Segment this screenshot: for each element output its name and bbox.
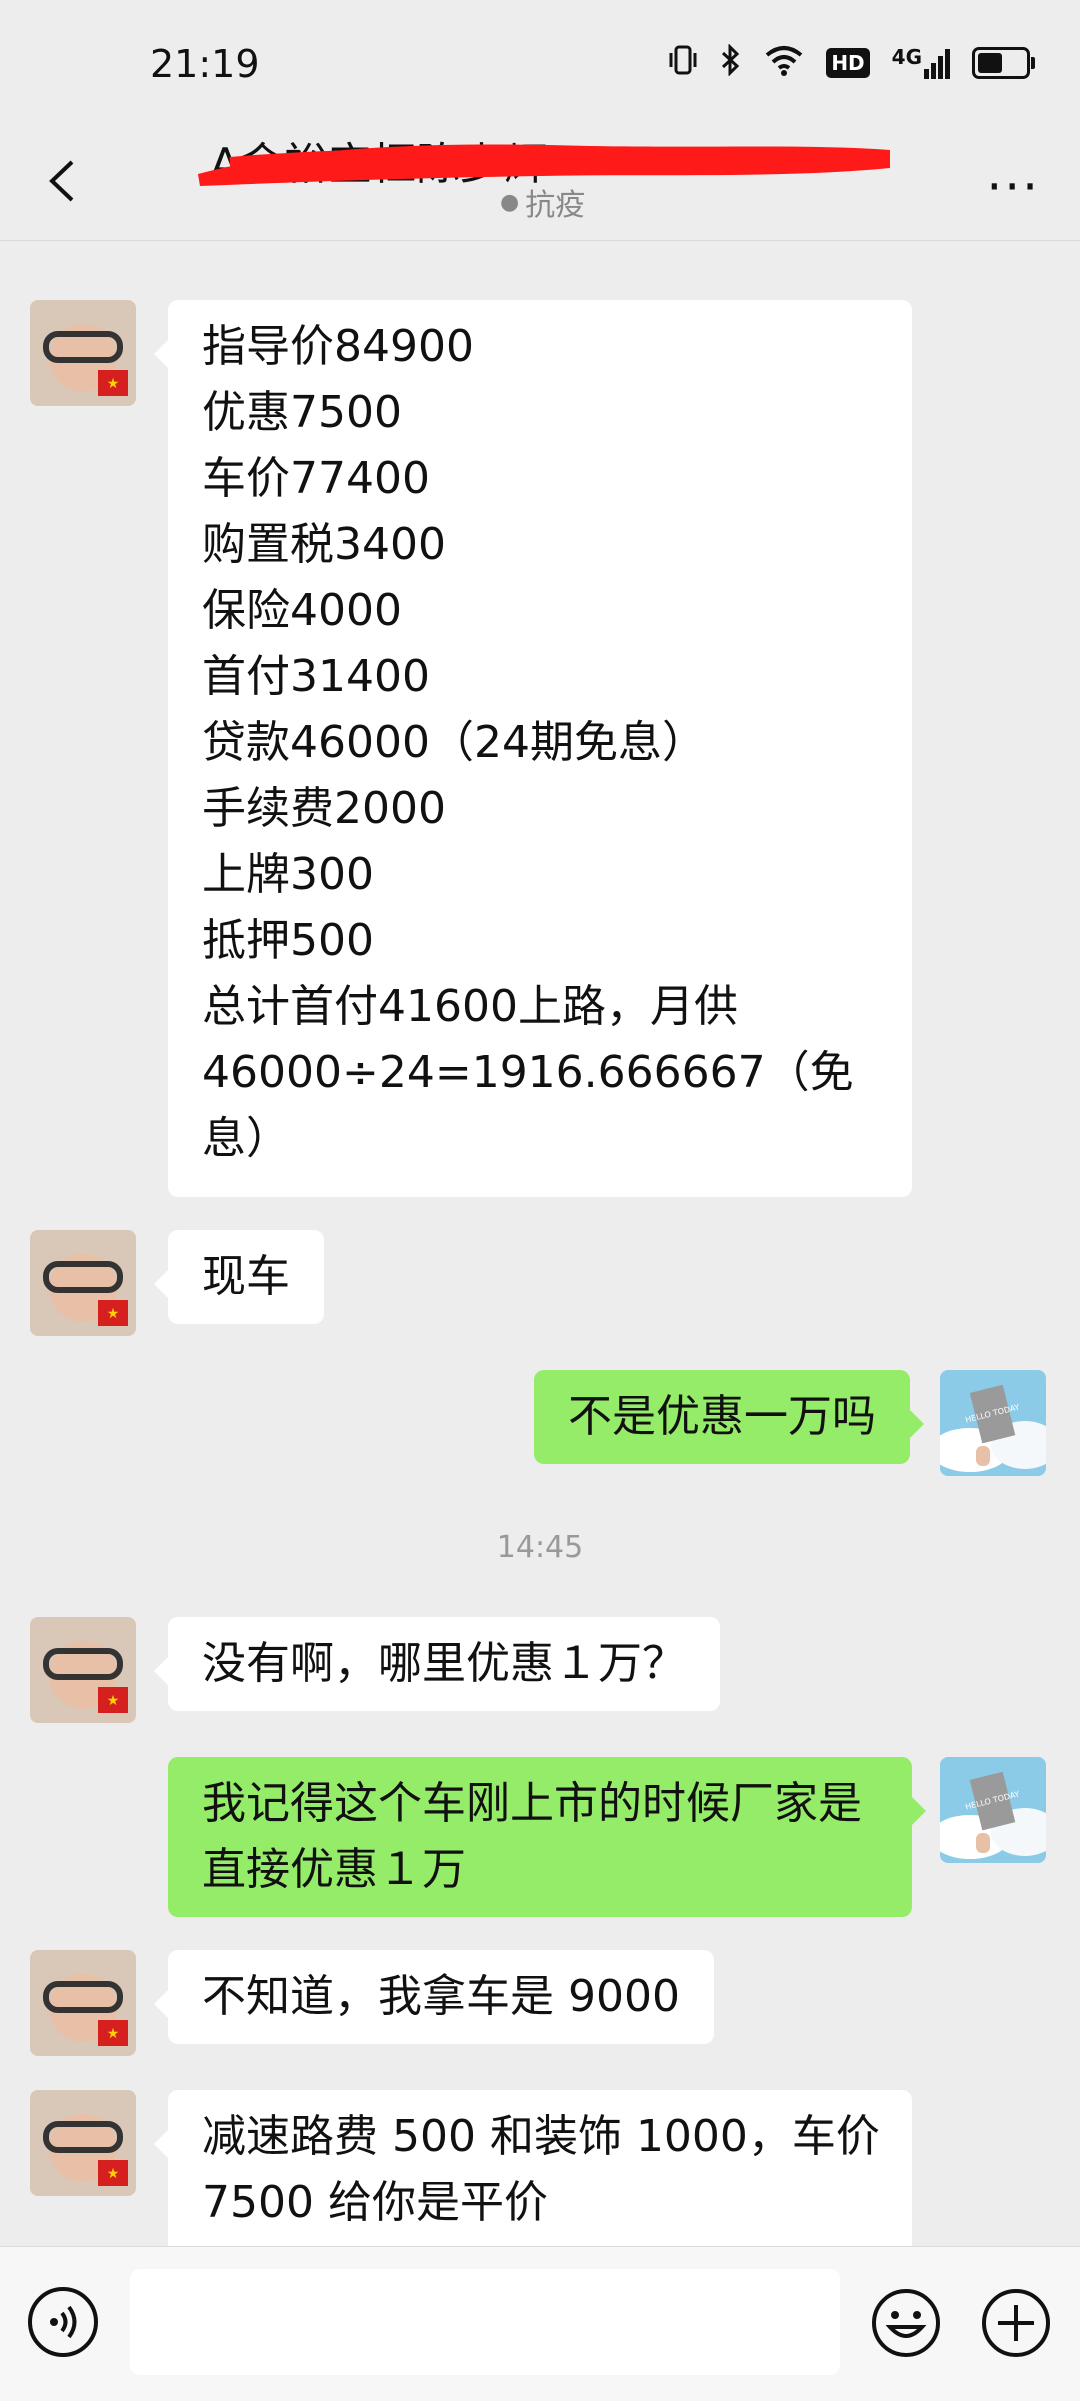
4g-signal-icon: 4G [892,47,950,79]
status-time: 21:19 [150,42,260,86]
plus-icon [982,2289,1050,2357]
contact-avatar[interactable]: ★ [30,1230,136,1336]
subtitle-text: 抗疫 [525,188,586,223]
message-input[interactable] [130,2269,840,2375]
contact-avatar[interactable]: ★ [30,1950,136,2056]
message-line: 息） [202,1113,290,1164]
message-bubble-incoming[interactable]: 没有啊，哪里优惠１万？ [154,1617,720,1711]
input-bar [0,2246,1080,2401]
message-line: 不知道，我拿车是 9000 [202,1971,680,2022]
message-line: 车价77400 [202,453,430,504]
message-bubble-incoming[interactable]: 不知道，我拿车是 9000 [154,1950,714,2044]
message-line: 总计首付41600上路，月供 [202,981,738,1032]
my-avatar[interactable]: HELLO TODAY [940,1757,1046,1863]
status-dot-icon: ● [500,189,520,215]
message-line: 贷款46000（24期免息） [202,717,706,768]
message-bubble-incoming[interactable]: 指导价84900 优惠7500 车价77400 购置税3400 保险4000 首… [154,300,912,1197]
message-bubble-outgoing[interactable]: 我记得这个车刚上市的时候厂家是 直接优惠１万 [168,1757,926,1917]
wifi-icon [764,44,804,81]
message-line: 首付31400 [202,651,430,702]
message-line: 保险4000 [202,585,402,636]
battery-fill [978,52,1002,73]
message-line: 46000÷24=1916.666667（免 [202,1047,854,1098]
voice-icon [50,2305,77,2339]
message-line: 指导价84900 [202,321,474,372]
message-line: 减速路费 500 和装饰 1000，车价 [202,2111,880,2162]
svg-text:★: ★ [107,2166,120,2182]
message-line: 直接优惠１万 [202,1844,466,1895]
hd-icon: HD [826,47,870,78]
contact-avatar[interactable]: ★ [30,1617,136,1723]
contact-avatar[interactable]: ★ [30,2090,136,2196]
battery-icon [972,46,1035,79]
back-button[interactable] [30,146,100,216]
message-line: 优惠7500 [202,387,402,438]
svg-text:★: ★ [107,1693,120,1709]
timestamp: 14:45 [496,1530,584,1565]
message-line: 购置税3400 [202,519,446,570]
status-bar: 21:19 HD 4G [0,0,1080,130]
message-line: 现车 [202,1251,290,1302]
message-line: 没有啊，哪里优惠１万？ [202,1638,686,1689]
more-options-button[interactable]: ··· [986,158,1040,216]
emoji-button[interactable] [870,2287,942,2359]
emoji-icon [872,2289,940,2357]
my-avatar[interactable]: HELLO TODAY [940,1370,1046,1476]
message-line: 我记得这个车刚上市的时候厂家是 [202,1778,862,1829]
svg-text:★: ★ [107,2026,120,2042]
message-line: 抵押500 [202,915,374,966]
chevron-left-icon [49,160,74,202]
vibrate-icon [668,44,698,81]
status-icons: HD 4G [668,43,1035,81]
chat-subtitle: ● 抗疫 [500,180,585,224]
chat-header: A金裕宝恒陈少辉 ● 抗疫 ··· [0,130,1080,241]
svg-text:★: ★ [107,376,120,392]
message-line: 7500 给你是平价 [202,2177,548,2228]
message-line: 上牌300 [202,849,374,900]
message-bubble-outgoing[interactable]: 不是优惠一万吗 [534,1370,924,1464]
bluetooth-icon [720,43,742,81]
message-line: 手续费2000 [202,783,446,834]
svg-text:★: ★ [107,1306,120,1322]
voice-input-button[interactable] [28,2287,98,2357]
contact-avatar[interactable]: ★ [30,300,136,406]
message-line: 不是优惠一万吗 [568,1391,876,1442]
more-functions-button[interactable] [980,2287,1052,2359]
message-bubble-incoming[interactable]: 现车 [154,1230,324,1324]
network-label: 4G [891,44,922,69]
